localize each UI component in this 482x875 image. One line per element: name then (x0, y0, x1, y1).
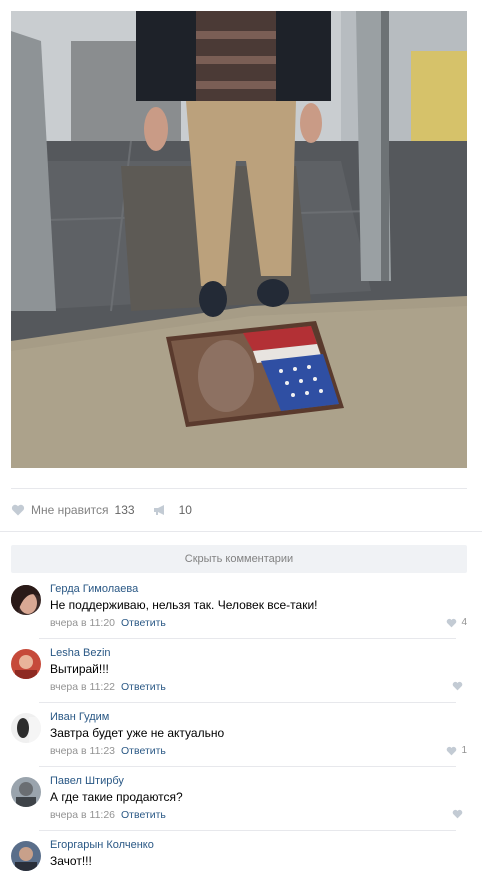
divider (39, 830, 456, 831)
avatar[interactable] (11, 649, 41, 679)
divider (39, 638, 456, 639)
comment-text: Вытирай!!! (50, 662, 109, 676)
comment-like-button[interactable] (452, 809, 467, 819)
comment-meta: вчера в 11:20 Ответить (50, 617, 166, 629)
comment-text: Завтра будет уже не актуально (50, 726, 225, 740)
like-button[interactable]: Мне нравится 133 (11, 503, 135, 517)
comment-time[interactable]: вчера в 11:26 (50, 809, 115, 821)
comment-like-count: 1 (461, 745, 467, 756)
heart-icon (447, 746, 457, 755)
comment-meta: вчера в 11:22 Ответить (50, 681, 166, 693)
heart-icon (452, 681, 463, 691)
comment-meta: вчера в 11:23 Ответить (50, 745, 166, 757)
comment-like-button[interactable]: 1 (446, 745, 467, 756)
share-count: 10 (178, 503, 192, 517)
heart-icon (447, 618, 457, 627)
post-photo[interactable] (11, 11, 467, 468)
comment-like-button[interactable]: 4 (446, 617, 467, 628)
comment-author[interactable]: Герда Гимолаева (50, 583, 138, 595)
avatar[interactable] (11, 585, 41, 615)
hide-comments-button[interactable]: Скрыть комментарии (11, 545, 467, 573)
reply-link[interactable]: Ответить (121, 681, 166, 693)
comment-author[interactable]: Егоргарын Колченко (50, 839, 154, 851)
reply-link[interactable]: Ответить (121, 809, 166, 821)
comment-author[interactable]: Lesha Bezin (50, 647, 111, 659)
avatar[interactable] (11, 777, 41, 807)
divider (11, 488, 467, 489)
comment-time[interactable]: вчера в 11:20 (50, 617, 115, 629)
reply-link[interactable]: Ответить (121, 617, 166, 629)
photo-scene (11, 11, 467, 468)
comment-time[interactable]: вчера в 11:23 (50, 745, 115, 757)
comment-text: Не поддерживаю, нельзя так. Человек все-… (50, 598, 318, 612)
heart-icon (11, 504, 25, 516)
comment-text: А где такие продаются? (50, 790, 183, 804)
like-count: 133 (114, 503, 135, 517)
like-label: Мне нравится (31, 503, 109, 517)
avatar[interactable] (11, 841, 41, 871)
avatar[interactable] (11, 713, 41, 743)
divider (0, 531, 482, 532)
reply-link[interactable]: Ответить (121, 745, 166, 757)
heart-icon (452, 809, 463, 819)
comment-like-count: 4 (461, 617, 467, 628)
divider (39, 702, 456, 703)
comment-like-button[interactable] (452, 681, 467, 691)
comment-text: Зачот!!! (50, 854, 92, 868)
comment-author[interactable]: Иван Гудим (50, 711, 109, 723)
post-actions: Мне нравится 133 10 (11, 500, 210, 520)
divider (39, 766, 456, 767)
comment-author[interactable]: Павел Штирбу (50, 775, 124, 787)
megaphone-icon (153, 505, 164, 515)
comment-time[interactable]: вчера в 11:22 (50, 681, 115, 693)
comment-meta: вчера в 11:26 Ответить (50, 809, 166, 821)
share-button[interactable]: 10 (153, 503, 192, 517)
